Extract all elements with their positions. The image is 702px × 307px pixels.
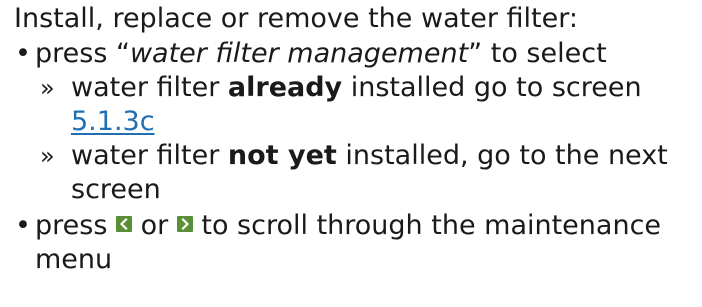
sub-prefix: water filter	[71, 140, 228, 171]
bullet-marker: •	[15, 38, 31, 69]
chevron-left-icon	[115, 215, 132, 232]
sub-suffix: installed go to screen	[342, 72, 642, 103]
sub-marker: »	[40, 142, 55, 170]
sub-item-already-installed: » water filter already installed go to s…	[14, 71, 694, 139]
bullet-prefix: press	[35, 210, 116, 241]
sub-prefix: water filter	[71, 72, 228, 103]
intro-text: Install, replace or remove the water fil…	[14, 3, 578, 34]
emphasis-already: already	[227, 72, 343, 103]
chevron-right-icon	[176, 215, 193, 232]
instructions: Install, replace or remove the water fil…	[14, 2, 694, 277]
screen-link[interactable]: 5.1.3c	[71, 106, 155, 137]
bullet-scroll-menu: • press or to scroll through the mainten…	[14, 209, 694, 277]
menu-item-name: water filter management	[129, 38, 469, 69]
bullet-marker: •	[15, 210, 31, 241]
bullet-middle: or	[131, 210, 177, 241]
bullet-prefix: press “	[35, 38, 130, 69]
bullet-select-filter: • press “water filter management” to sel…	[14, 37, 694, 71]
sub-item-not-installed: » water filter not yet installed, go to …	[14, 139, 694, 207]
sub-marker: »	[40, 74, 55, 102]
emphasis-not-yet: not yet	[227, 140, 337, 171]
bullet-suffix: ” to select	[468, 38, 607, 69]
